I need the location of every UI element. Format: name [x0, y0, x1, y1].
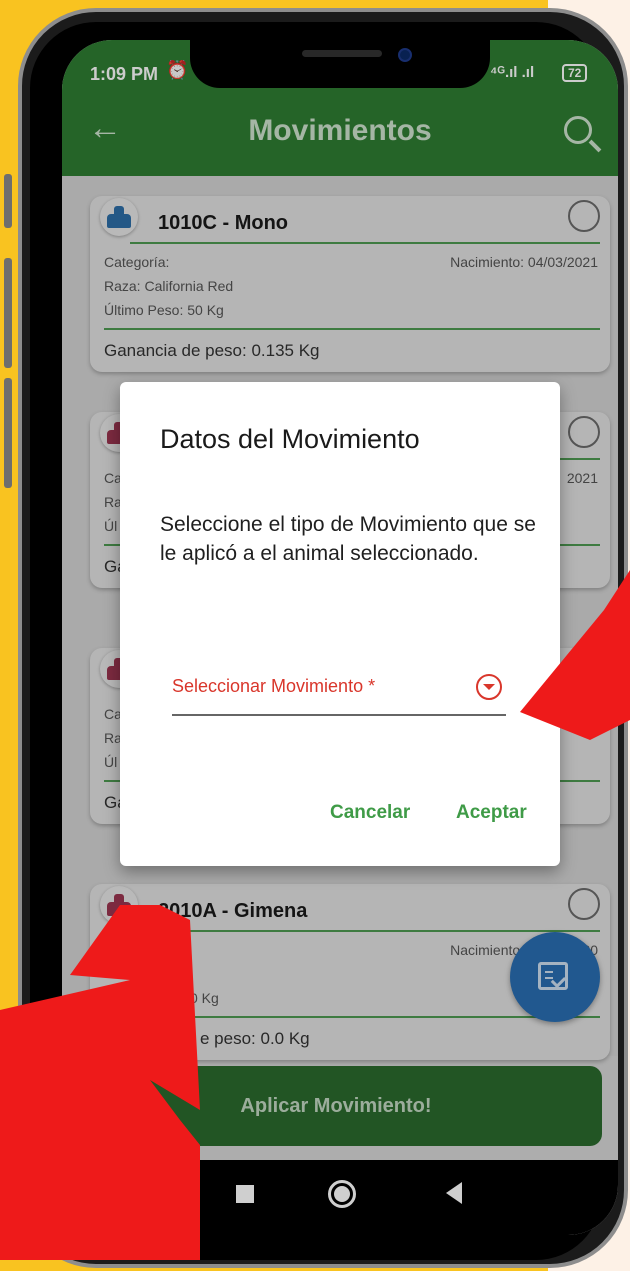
circle-icon[interactable] — [328, 1180, 356, 1208]
chevron-down-icon[interactable] — [476, 674, 502, 700]
cancel-button[interactable]: Cancelar — [330, 802, 410, 824]
android-nav-bar — [62, 1160, 618, 1235]
phone-side-button — [4, 258, 12, 368]
accept-button[interactable]: Aceptar — [456, 802, 527, 824]
square-icon[interactable] — [236, 1185, 254, 1203]
phone-screen: 1:09 PM ⏰ ⁴ᴳ.ıl .ıl 72 ← Movimientos 101… — [62, 40, 618, 1235]
phone-side-button — [4, 378, 12, 488]
phone-side-button — [4, 174, 12, 228]
movement-dialog: Datos del Movimiento Seleccione el tipo … — [120, 382, 560, 866]
dialog-message: Seleccione el tipo de Movimiento que se … — [160, 513, 536, 565]
select-label: Seleccionar Movimiento * — [172, 676, 376, 696]
movement-select[interactable]: Seleccionar Movimiento * — [172, 668, 506, 716]
triangle-back-icon[interactable] — [446, 1182, 462, 1204]
dialog-title: Datos del Movimiento — [160, 424, 420, 454]
